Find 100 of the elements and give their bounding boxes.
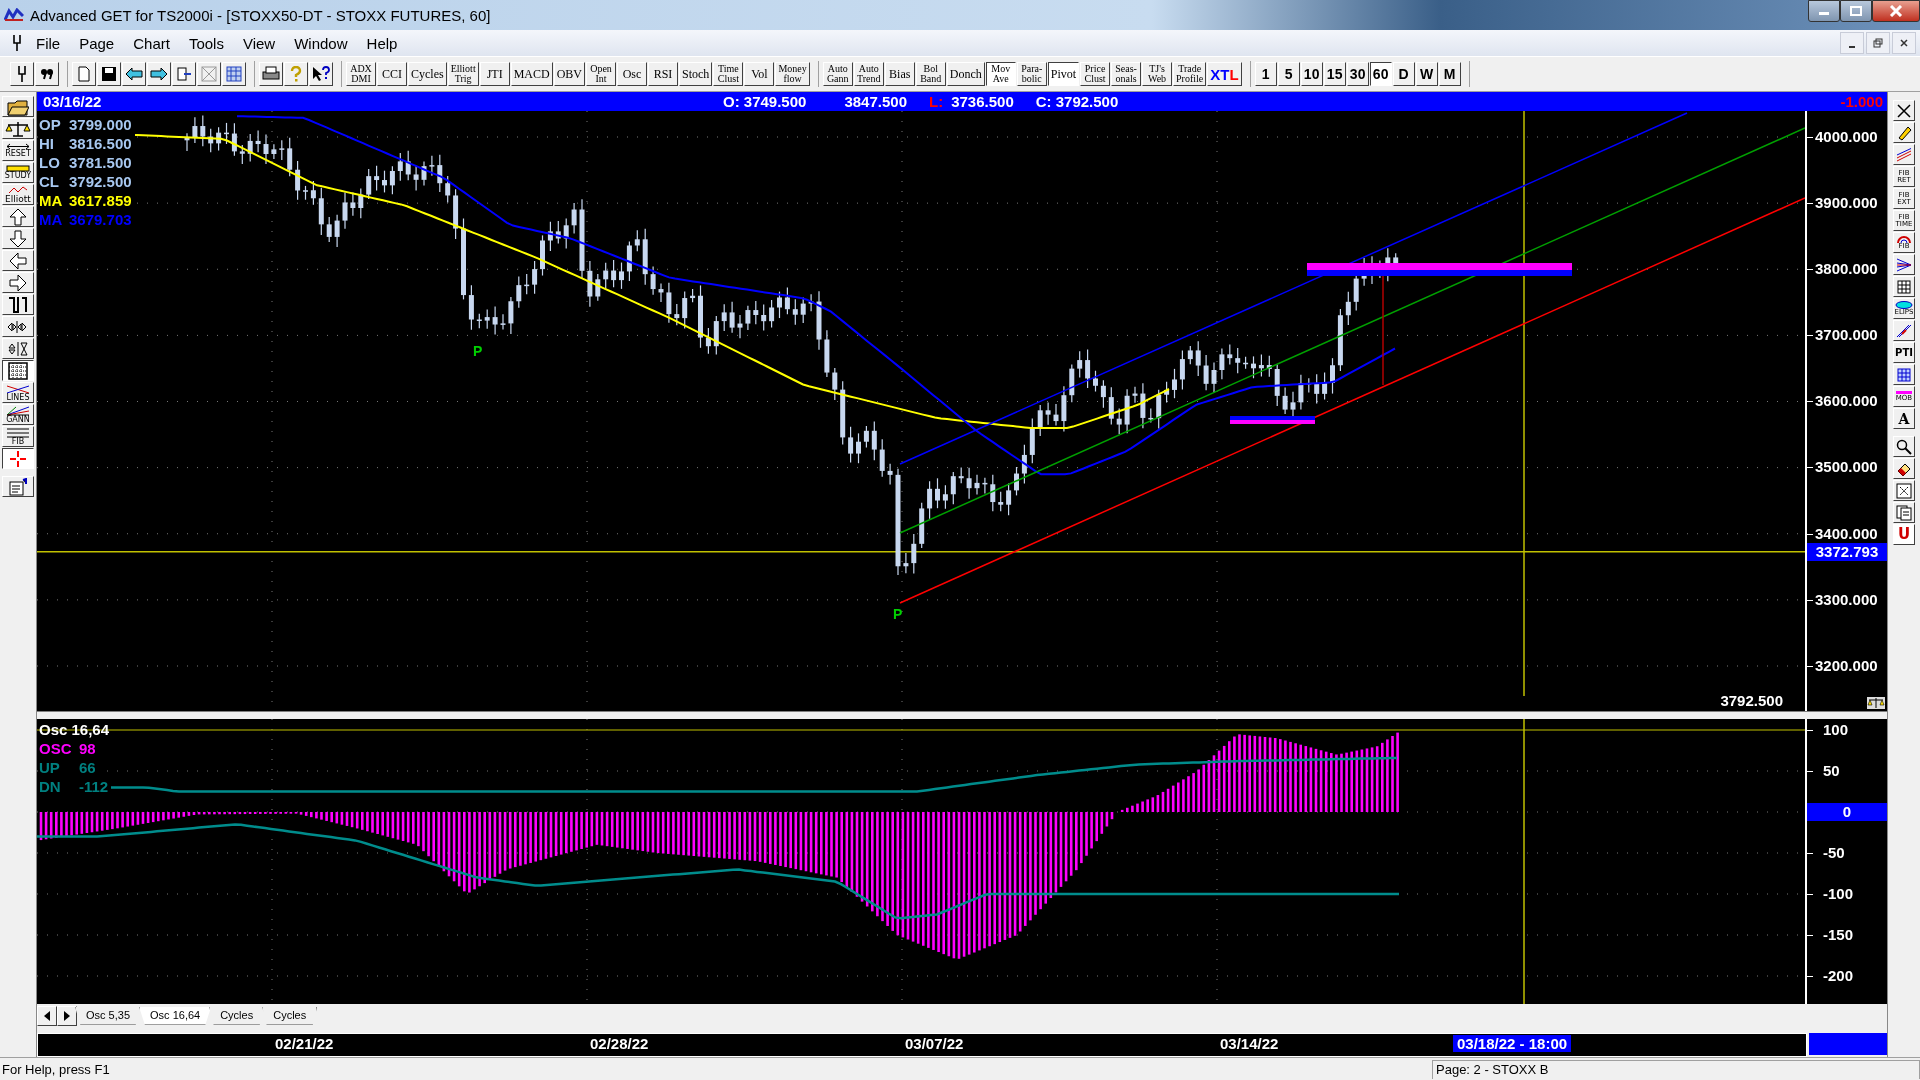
pti-button[interactable]: PTI [1893,342,1915,363]
status-page: Page: 2 - STOXX B [1432,1059,1920,1079]
crosshair-icon[interactable] [2,448,34,469]
wave-icon [8,185,28,194]
overlay-button[interactable]: Donch [946,62,985,86]
oscillator-value: -112 [79,777,109,797]
interval-button[interactable]: M [1438,62,1461,86]
info-value: 3816.500 [69,133,132,153]
overlay-button[interactable]: Bol Band [915,62,946,86]
elliott-button[interactable]: Elliott [2,184,34,205]
interval-button[interactable]: 60 [1369,62,1392,86]
info-value: 3617.859 [69,190,132,210]
vertical-compress-icon[interactable] [2,294,34,315]
menu-item[interactable]: Chart [133,34,170,52]
text-tool-button[interactable]: A [1893,408,1915,429]
eraser-icon[interactable] [1893,458,1915,479]
overlay-button[interactable]: Price Clust [1080,62,1111,86]
study-button[interactable]: RSI [648,62,679,86]
high-price: 3847.500 [844,92,907,110]
horizontal-scale-icon[interactable] [2,316,34,337]
balance-scale-icon[interactable] [1867,696,1885,709]
interval-button[interactable]: 10 [1300,62,1323,86]
menu-item[interactable]: Window [294,34,348,52]
overlay-button[interactable]: Auto Gann [822,62,853,86]
info-label: CL [39,171,60,191]
menu-item[interactable]: View [242,34,276,52]
overlay-button[interactable]: Seas- onals [1111,62,1142,86]
restore-button[interactable] [1866,32,1890,54]
reset-button[interactable]: RESET [2,140,34,161]
fan-lines-icon[interactable] [1893,254,1915,275]
overlay-button[interactable]: TJ's Web [1142,62,1173,86]
parallel-lines-icon[interactable] [1893,144,1915,165]
study-button[interactable]: Osc [617,62,648,86]
study-button[interactable]: CCI [377,62,407,86]
study-button[interactable]: Cycles [408,62,447,86]
menu-item[interactable]: Page [79,34,115,52]
menu-item[interactable]: Tools [188,34,224,52]
tab-scroll-left-button[interactable] [37,1005,57,1026]
pages-icon[interactable] [1893,502,1915,523]
clipboard-icon[interactable] [2,476,34,497]
info-label: LO [39,152,61,172]
minimize-button[interactable] [1808,0,1840,22]
interval-button[interactable]: 30 [1346,62,1369,86]
gann-button[interactable]: GANN [2,404,34,425]
study-button[interactable]: MACD [510,62,553,86]
study-button[interactable]: Elliott Trig [447,62,479,86]
quote-icon[interactable] [35,62,59,86]
menu-item[interactable]: File [36,34,61,52]
study-button[interactable]: Stoch [679,62,713,86]
study-button[interactable]: Money flow [775,62,810,86]
pencil-icon[interactable] [1893,122,1915,143]
study-button[interactable]: Time Clust [713,62,744,86]
menu-item[interactable]: Help [366,34,398,52]
magnet-button[interactable]: U [1893,524,1915,545]
context-help-icon[interactable] [309,62,333,86]
interval-button[interactable]: 15 [1323,62,1346,86]
overlay-button[interactable]: Bias [884,62,915,86]
help-icon[interactable] [284,62,308,86]
zoom-icon[interactable] [1893,436,1915,457]
overlay-button[interactable]: Pivot [1047,62,1080,86]
study-button[interactable]: Open Int [586,62,617,86]
overlay-button[interactable]: Mov Ave [985,62,1016,86]
fib-button[interactable]: FIB [2,426,34,447]
pane-splitter[interactable] [37,710,1887,720]
save-icon[interactable] [97,62,121,86]
study-button[interactable]: JTI [479,62,510,86]
fan-lines-icon [6,405,30,416]
grid-icon[interactable] [2,360,34,381]
xtl-button[interactable]: XTL [1207,62,1242,86]
overlay-button[interactable]: Para- bolic [1016,62,1047,86]
overlay-button[interactable]: Auto Trend [853,62,884,86]
study-button[interactable]: ADX DMI [346,62,376,86]
study-button[interactable]: STUDY [2,162,34,183]
swap-icon[interactable] [172,62,196,86]
study-button[interactable]: Vol [744,62,775,86]
maximize-button[interactable] [1840,0,1872,22]
interval-button[interactable]: 1 [1254,62,1277,86]
expand-icon[interactable] [1893,480,1915,501]
close-icon[interactable] [1893,100,1915,121]
axis-label: -200 [1807,967,1854,986]
pane-tab[interactable]: Cycles [209,1006,265,1025]
new-page-icon[interactable] [72,62,96,86]
interval-button[interactable]: D [1392,62,1415,86]
tuning-fork-icon[interactable] [10,62,34,86]
study-button[interactable]: OBV [553,62,586,86]
ellipse-icon [1895,301,1913,309]
pane-tab[interactable]: Osc 16,64 [139,1006,212,1025]
overlay-button[interactable]: Trade Profile [1173,62,1207,86]
channel-lines-icon[interactable] [1893,320,1915,341]
interval-button[interactable]: W [1415,62,1438,86]
axis-label: 3900.000 [1807,193,1878,212]
tab-scroll-right-button[interactable] [57,1005,77,1026]
vertical-scale-icon[interactable] [2,338,34,359]
print-icon[interactable] [259,62,283,86]
interval-button[interactable]: 5 [1277,62,1300,86]
open-folder-icon[interactable] [2,96,34,117]
lines-button[interactable]: LINES [2,382,34,403]
close-button[interactable] [1872,0,1920,22]
close-icon [1889,5,1903,17]
pane-tab[interactable]: Cycles [262,1006,318,1025]
